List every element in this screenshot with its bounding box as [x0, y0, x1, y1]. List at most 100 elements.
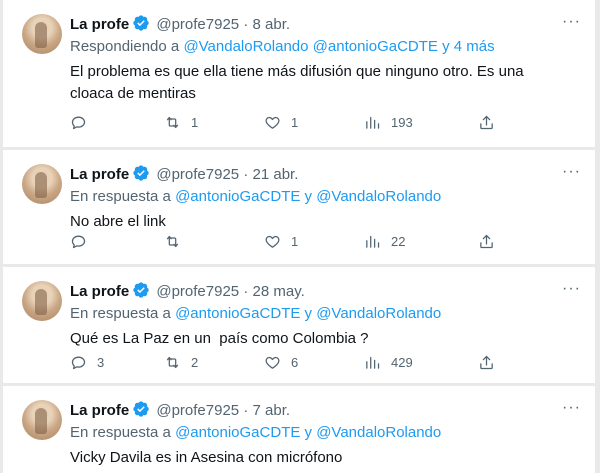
views-button[interactable]: 22: [364, 231, 405, 251]
tweet[interactable]: La profe @profe7925 · 21 abr. ··· En res…: [3, 150, 595, 264]
reply-join: y: [300, 188, 317, 205]
avatar[interactable]: [22, 281, 62, 321]
reply-context: En respuesta a @antonioGaCDTE y @Vandalo…: [70, 424, 441, 442]
tweet-actions: 1 1 193: [70, 112, 530, 132]
like-count: 1: [291, 114, 299, 130]
verified-badge-icon: [132, 14, 150, 32]
retweet-icon: [164, 233, 181, 250]
reply-icon: [70, 233, 87, 250]
reply-mention[interactable]: @antonioGaCDTE: [313, 38, 438, 55]
retweet-button[interactable]: 2: [164, 352, 198, 372]
reply-icon: [70, 354, 87, 371]
tweet-actions: 3 2 6 429: [70, 352, 530, 372]
avatar[interactable]: [22, 14, 62, 54]
separator-dot: ·: [243, 402, 249, 419]
author-handle[interactable]: @profe7925: [156, 402, 239, 419]
tweet-header: La profe @profe7925 · 8 abr.: [70, 14, 290, 34]
more-options-icon[interactable]: ···: [562, 13, 581, 31]
retweet-button[interactable]: [164, 231, 191, 251]
separator-dot: ·: [243, 166, 249, 183]
views-icon: [364, 233, 381, 250]
retweet-count: 1: [191, 114, 199, 130]
like-count: 1: [291, 233, 299, 249]
like-button[interactable]: 6: [264, 352, 298, 372]
views-button[interactable]: 193: [364, 112, 413, 132]
tweet[interactable]: La profe @profe7925 · 7 abr. ··· En resp…: [3, 386, 595, 473]
tweet-date[interactable]: 28 may.: [253, 283, 305, 300]
reply-join: y: [300, 424, 317, 441]
reply-icon: [70, 114, 87, 131]
reply-button[interactable]: [70, 112, 97, 132]
views-count: 193: [391, 114, 413, 130]
more-options-icon[interactable]: ···: [562, 399, 581, 417]
reply-prefix: En respuesta a: [70, 188, 176, 205]
author-handle[interactable]: @profe7925: [156, 283, 239, 300]
author-name[interactable]: La profe: [70, 402, 129, 419]
verified-badge-icon: [132, 164, 150, 182]
retweet-icon: [164, 354, 181, 371]
share-button[interactable]: [478, 112, 505, 132]
author-handle[interactable]: @profe7925: [156, 16, 239, 33]
tweet-text: Vicky Davila es in Asesina con micrófono: [70, 449, 343, 466]
more-options-icon[interactable]: ···: [562, 163, 581, 181]
reply-mention[interactable]: @VandaloRolando: [183, 38, 308, 55]
author-handle[interactable]: @profe7925: [156, 166, 239, 183]
separator-dot: ·: [243, 16, 249, 33]
tweet-date[interactable]: 7 abr.: [253, 402, 291, 419]
tweet[interactable]: La profe @profe7925 · 8 abr. ··· Respond…: [3, 0, 595, 147]
retweet-icon: [164, 114, 181, 131]
like-icon: [264, 233, 281, 250]
views-count: 22: [391, 233, 406, 249]
share-icon: [478, 233, 495, 250]
tweet-actions: 1 22: [70, 231, 530, 251]
views-count: 429: [391, 354, 413, 370]
like-icon: [264, 114, 281, 131]
author-name[interactable]: La profe: [70, 166, 129, 183]
tweet-date[interactable]: 8 abr.: [253, 16, 291, 33]
separator-dot: ·: [243, 283, 249, 300]
tweet-header: La profe @profe7925 · 28 may.: [70, 281, 305, 301]
tweet-text: El problema es que ella tiene más difusi…: [70, 63, 524, 102]
verified-badge-icon: [132, 281, 150, 299]
share-button[interactable]: [478, 352, 505, 372]
tweet-text: Qué es La Paz en un país como Colombia ?: [70, 330, 369, 347]
reply-mention[interactable]: @VandaloRolando: [316, 188, 441, 205]
views-button[interactable]: 429: [364, 352, 413, 372]
retweet-count: 2: [191, 354, 199, 370]
reply-context: Respondiendo a @VandaloRolando @antonioG…: [70, 38, 495, 56]
views-icon: [364, 114, 381, 131]
share-button[interactable]: [478, 231, 505, 251]
reply-button[interactable]: [70, 231, 97, 251]
reply-context: En respuesta a @antonioGaCDTE y @Vandalo…: [70, 188, 441, 206]
tweet-date[interactable]: 21 abr.: [253, 166, 299, 183]
reply-mention[interactable]: @VandaloRolando: [316, 424, 441, 441]
reply-mention[interactable]: @antonioGaCDTE: [175, 424, 300, 441]
views-icon: [364, 354, 381, 371]
reply-prefix: En respuesta a: [70, 305, 176, 322]
retweet-button[interactable]: 1: [164, 112, 198, 132]
verified-badge-icon: [132, 400, 150, 418]
reply-prefix: En respuesta a: [70, 424, 176, 441]
timeline: La profe @profe7925 · 8 abr. ··· Respond…: [3, 0, 595, 473]
tweet[interactable]: La profe @profe7925 · 28 may. ··· En res…: [3, 267, 595, 383]
share-icon: [478, 114, 495, 131]
reply-button[interactable]: 3: [70, 352, 104, 372]
avatar[interactable]: [22, 164, 62, 204]
reply-more-link[interactable]: y 4 más: [442, 38, 495, 55]
tweet-text: No abre el link: [70, 213, 166, 230]
like-button[interactable]: 1: [264, 231, 298, 251]
reply-context: En respuesta a @antonioGaCDTE y @Vandalo…: [70, 305, 441, 323]
tweet-header: La profe @profe7925 · 7 abr.: [70, 400, 290, 420]
reply-join: y: [300, 305, 317, 322]
like-button[interactable]: 1: [264, 112, 298, 132]
reply-mention[interactable]: @VandaloRolando: [316, 305, 441, 322]
share-icon: [478, 354, 495, 371]
more-options-icon[interactable]: ···: [562, 280, 581, 298]
like-count: 6: [291, 354, 299, 370]
tweet-header: La profe @profe7925 · 21 abr.: [70, 164, 298, 184]
reply-mention[interactable]: @antonioGaCDTE: [175, 188, 300, 205]
author-name[interactable]: La profe: [70, 16, 129, 33]
reply-mention[interactable]: @antonioGaCDTE: [175, 305, 300, 322]
avatar[interactable]: [22, 400, 62, 440]
author-name[interactable]: La profe: [70, 283, 129, 300]
